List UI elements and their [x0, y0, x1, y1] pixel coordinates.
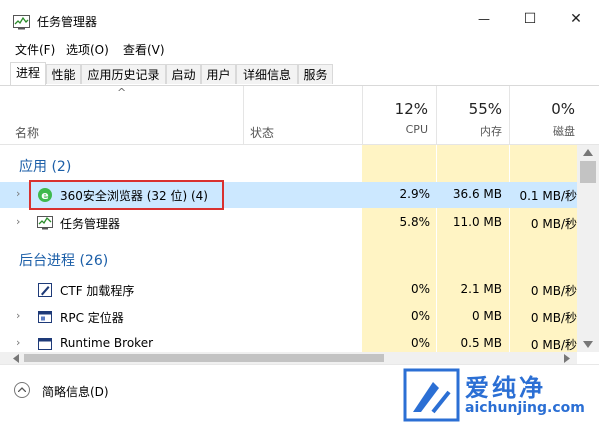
tab-processes[interactable]: 进程: [10, 62, 46, 85]
menu-bar: 文件(F) 选项(O) 查看(V): [0, 37, 599, 59]
process-name: CTF 加载程序: [60, 284, 135, 298]
cpu-value: 0%: [410, 336, 430, 350]
tab-users[interactable]: 用户: [201, 64, 236, 84]
table-row[interactable]: › 任务管理器 5.8% 11.0 MB 0 MB/秒: [0, 210, 577, 236]
memory-value: 2.1 MB: [460, 282, 502, 296]
expand-chevron-icon[interactable]: ›: [16, 187, 20, 200]
scroll-left-icon[interactable]: [13, 354, 19, 363]
collapse-details-button[interactable]: [14, 382, 30, 398]
cpu-percent[interactable]: 12%: [362, 100, 428, 118]
process-name: 任务管理器: [60, 217, 121, 231]
cpu-value: 2.9%: [399, 187, 431, 201]
column-header: ^ 名称 状态 12% CPU 55% 内存 0% 磁盘: [0, 86, 599, 145]
column-status[interactable]: 状态: [250, 124, 274, 141]
maximize-icon: ☐: [523, 10, 537, 27]
group-apps: 应用 (2): [19, 159, 72, 175]
ctf-loader-icon: [38, 283, 52, 297]
cpu-value: 0%: [410, 309, 430, 323]
tab-app-history[interactable]: 应用历史记录: [81, 64, 166, 84]
column-divider[interactable]: [243, 86, 244, 144]
title-bar[interactable]: 任务管理器 — ☐ ✕: [0, 0, 599, 37]
scroll-right-icon[interactable]: [564, 354, 570, 363]
group-background: 后台进程 (26): [19, 253, 109, 269]
cpu-value: 0%: [410, 282, 430, 296]
column-disk[interactable]: 磁盘: [509, 123, 575, 139]
highlight-annotation: [29, 180, 224, 210]
memory-value: 11.0 MB: [452, 215, 502, 229]
process-name: Runtime Broker: [60, 336, 154, 350]
column-cpu[interactable]: CPU: [362, 123, 428, 136]
process-name: RPC 定位器: [60, 311, 124, 325]
table-row[interactable]: › Runtime Broker 0% 0.5 MB 0 MB/秒: [0, 331, 577, 352]
menu-view[interactable]: 查看(V): [123, 41, 165, 58]
minimize-button[interactable]: —: [461, 0, 507, 37]
tab-details[interactable]: 详细信息: [236, 64, 298, 84]
column-memory[interactable]: 内存: [436, 123, 502, 139]
table-row[interactable]: CTF 加载程序 0% 2.1 MB 0 MB/秒: [0, 277, 577, 303]
chevron-up-icon: [18, 387, 26, 392]
task-manager-icon: [13, 15, 30, 30]
memory-value: 0 MB: [471, 309, 502, 323]
watermark: 爱纯净 aichunjing.com: [403, 366, 599, 422]
tab-performance[interactable]: 性能: [46, 64, 81, 84]
table-row[interactable]: › RPC 定位器 0% 0 MB 0 MB/秒: [0, 304, 577, 330]
disk-value: 0 MB/秒: [530, 338, 577, 352]
menu-file[interactable]: 文件(F): [15, 41, 55, 58]
horizontal-scroll-thumb[interactable]: [24, 354, 384, 362]
service-window-icon: [38, 338, 52, 350]
expand-chevron-icon[interactable]: ›: [16, 336, 20, 349]
window-title: 任务管理器: [37, 15, 98, 29]
disk-value: 0 MB/秒: [530, 217, 577, 231]
maximize-button[interactable]: ☐: [507, 0, 553, 37]
task-manager-icon: [37, 216, 53, 230]
vertical-scroll-thumb[interactable]: [580, 161, 596, 183]
memory-percent[interactable]: 55%: [436, 100, 502, 118]
horizontal-scrollbar[interactable]: [0, 352, 577, 364]
memory-value: 36.6 MB: [452, 187, 502, 201]
close-icon: ✕: [570, 10, 582, 27]
tab-services[interactable]: 服务: [298, 64, 333, 84]
minimize-icon: —: [478, 11, 490, 26]
scroll-down-icon[interactable]: [583, 341, 593, 348]
disk-percent[interactable]: 0%: [509, 100, 575, 118]
column-name[interactable]: 名称: [15, 124, 39, 141]
menu-options[interactable]: 选项(O): [66, 41, 109, 58]
expand-chevron-icon[interactable]: ›: [16, 215, 20, 228]
watermark-logo-icon: [403, 368, 460, 422]
watermark-brand: 爱纯净: [465, 374, 546, 402]
fewer-details-link[interactable]: 简略信息(D): [42, 383, 109, 400]
disk-value: 0 MB/秒: [530, 311, 577, 325]
vertical-scrollbar[interactable]: [577, 145, 599, 352]
cpu-value: 5.8%: [399, 215, 431, 229]
disk-value: 0 MB/秒: [530, 284, 577, 298]
watermark-url: aichunjing.com: [465, 400, 585, 416]
memory-value: 0.5 MB: [460, 336, 502, 350]
disk-value: 0.1 MB/秒: [519, 189, 577, 203]
tab-bar: 进程 性能 应用历史记录 启动 用户 详细信息 服务: [0, 62, 599, 86]
process-list: 应用 (2) › e 360安全浏览器 (32 位) (4) 2.9% 36.6…: [0, 145, 577, 352]
tab-startup[interactable]: 启动: [166, 64, 201, 84]
scroll-up-icon[interactable]: [583, 149, 593, 156]
expand-chevron-icon[interactable]: ›: [16, 309, 20, 322]
sort-arrow-icon[interactable]: ^: [117, 86, 126, 99]
close-button[interactable]: ✕: [553, 0, 599, 37]
service-window-icon: [38, 311, 52, 323]
